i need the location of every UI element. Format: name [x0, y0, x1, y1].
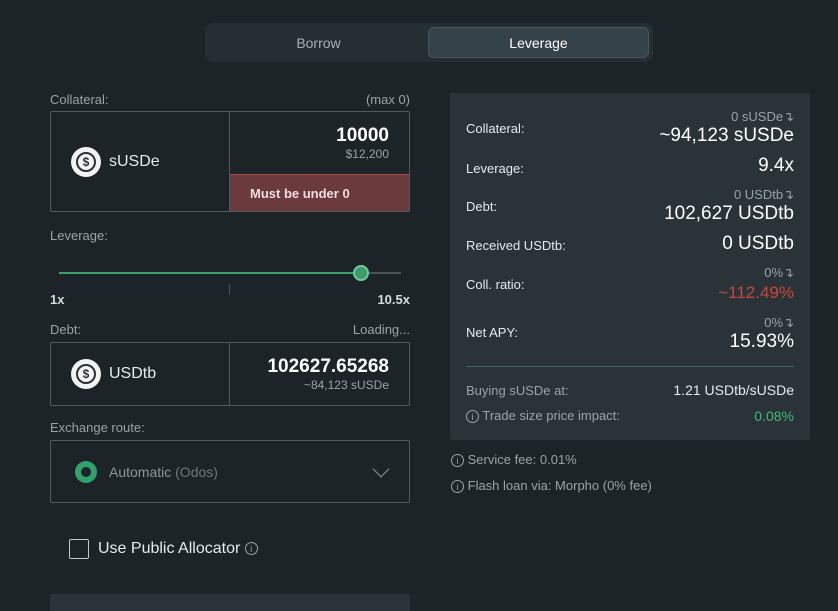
submit-button[interactable] [50, 594, 410, 611]
collateral-error-message: Must be under 0 [230, 174, 409, 211]
info-icon[interactable]: i [451, 454, 464, 468]
collateral-token-selector[interactable]: $ sUSDe [51, 112, 230, 211]
summary-ratio-value: ~112.49% [718, 283, 794, 302]
arrow-icon: ↴ [783, 265, 794, 280]
summary-leverage-label: Leverage: [466, 161, 524, 176]
public-allocator-label[interactable]: Use Public Allocator i [98, 540, 258, 558]
leverage-slider-thumb[interactable] [353, 265, 370, 281]
arrow-icon: ↴ [783, 187, 794, 202]
collateral-max-link[interactable]: (max 0) [330, 92, 410, 107]
collateral-input-box: $ sUSDe 10000 $12,200 Must be under 0 [50, 111, 410, 212]
debt-token-selector[interactable]: $ USDtb [51, 343, 230, 405]
debt-token-name: USDtb [109, 365, 157, 382]
tab-leverage[interactable]: Leverage [428, 27, 649, 58]
summary-apy-label: Net APY: [466, 325, 519, 340]
debt-status: Loading... [352, 322, 410, 337]
summary-apy-value: 15.93% [729, 331, 794, 352]
chevron-down-icon [372, 460, 390, 478]
mode-tabs: Borrow Leverage [205, 23, 653, 62]
leverage-max-label: 10.5x [377, 292, 410, 307]
summary-ratio-prev: 0%↴ [764, 265, 794, 280]
tab-borrow[interactable]: Borrow [209, 27, 428, 58]
debt-label: Debt: [50, 322, 82, 337]
public-allocator-checkbox[interactable] [69, 539, 89, 559]
debt-equivalent: ~84,123 sUSDe [303, 378, 389, 392]
exchange-route-select[interactable]: Automatic (Odos) [50, 440, 410, 503]
price-impact-label: i Trade size price impact: [466, 408, 620, 424]
leverage-min-label: 1x [50, 292, 65, 307]
service-fee-note: i Service fee: 0.01% [451, 452, 577, 468]
buying-rate-value: 1.21 USDtb/sUSDe [673, 382, 794, 398]
odos-icon [75, 460, 97, 483]
exchange-route-label: Exchange route: [50, 420, 145, 435]
arrow-icon: ↴ [783, 109, 794, 124]
summary-apy-prev: 0%↴ [764, 315, 794, 330]
leverage-label: Leverage: [50, 228, 108, 243]
arrow-icon: ↴ [783, 315, 794, 330]
susde-token-icon: $ [71, 146, 101, 177]
collateral-amount-input[interactable]: 10000 [230, 125, 409, 147]
usdtb-token-icon: $ [71, 359, 101, 389]
summary-received-label: Received USDtb: [466, 238, 566, 253]
info-icon[interactable]: i [244, 542, 258, 556]
collateral-usd-value: $12,200 [345, 147, 389, 162]
debt-amount-input[interactable]: 102627.65268 [230, 356, 409, 378]
summary-received-value: 0 USDtb [722, 233, 794, 254]
route-provider: (Odos) [175, 463, 218, 480]
summary-collateral-prev: 0 sUSDe↴ [731, 109, 794, 124]
summary-collateral-label: Collateral: [466, 121, 525, 136]
summary-ratio-label: Coll. ratio: [466, 277, 525, 292]
summary-debt-prev: 0 USDtb↴ [733, 187, 794, 202]
info-icon[interactable]: i [466, 410, 479, 424]
summary-leverage-value: 9.4x [758, 155, 794, 176]
debt-input-box: $ USDtb 102627.65268 ~84,123 sUSDe [50, 342, 410, 406]
route-value: Automatic [109, 463, 172, 480]
collateral-label: Collateral: [50, 92, 109, 107]
info-icon[interactable]: i [451, 480, 464, 494]
summary-divider [466, 366, 794, 367]
summary-debt-label: Debt: [466, 199, 498, 214]
collateral-token-name: sUSDe [109, 152, 160, 170]
summary-collateral-value: ~94,123 sUSDe [659, 125, 794, 146]
summary-debt-value: 102,627 USDtb [664, 203, 794, 224]
leverage-slider-tick [229, 284, 230, 294]
leverage-slider-fill [59, 272, 362, 274]
buying-rate-label: Buying sUSDe at: [466, 383, 569, 398]
summary-panel: Collateral: 0 sUSDe↴ ~94,123 sUSDe Lever… [450, 93, 810, 440]
flash-loan-note: i Flash loan via: Morpho (0% fee) [451, 478, 652, 494]
price-impact-value: 0.08% [754, 408, 794, 424]
